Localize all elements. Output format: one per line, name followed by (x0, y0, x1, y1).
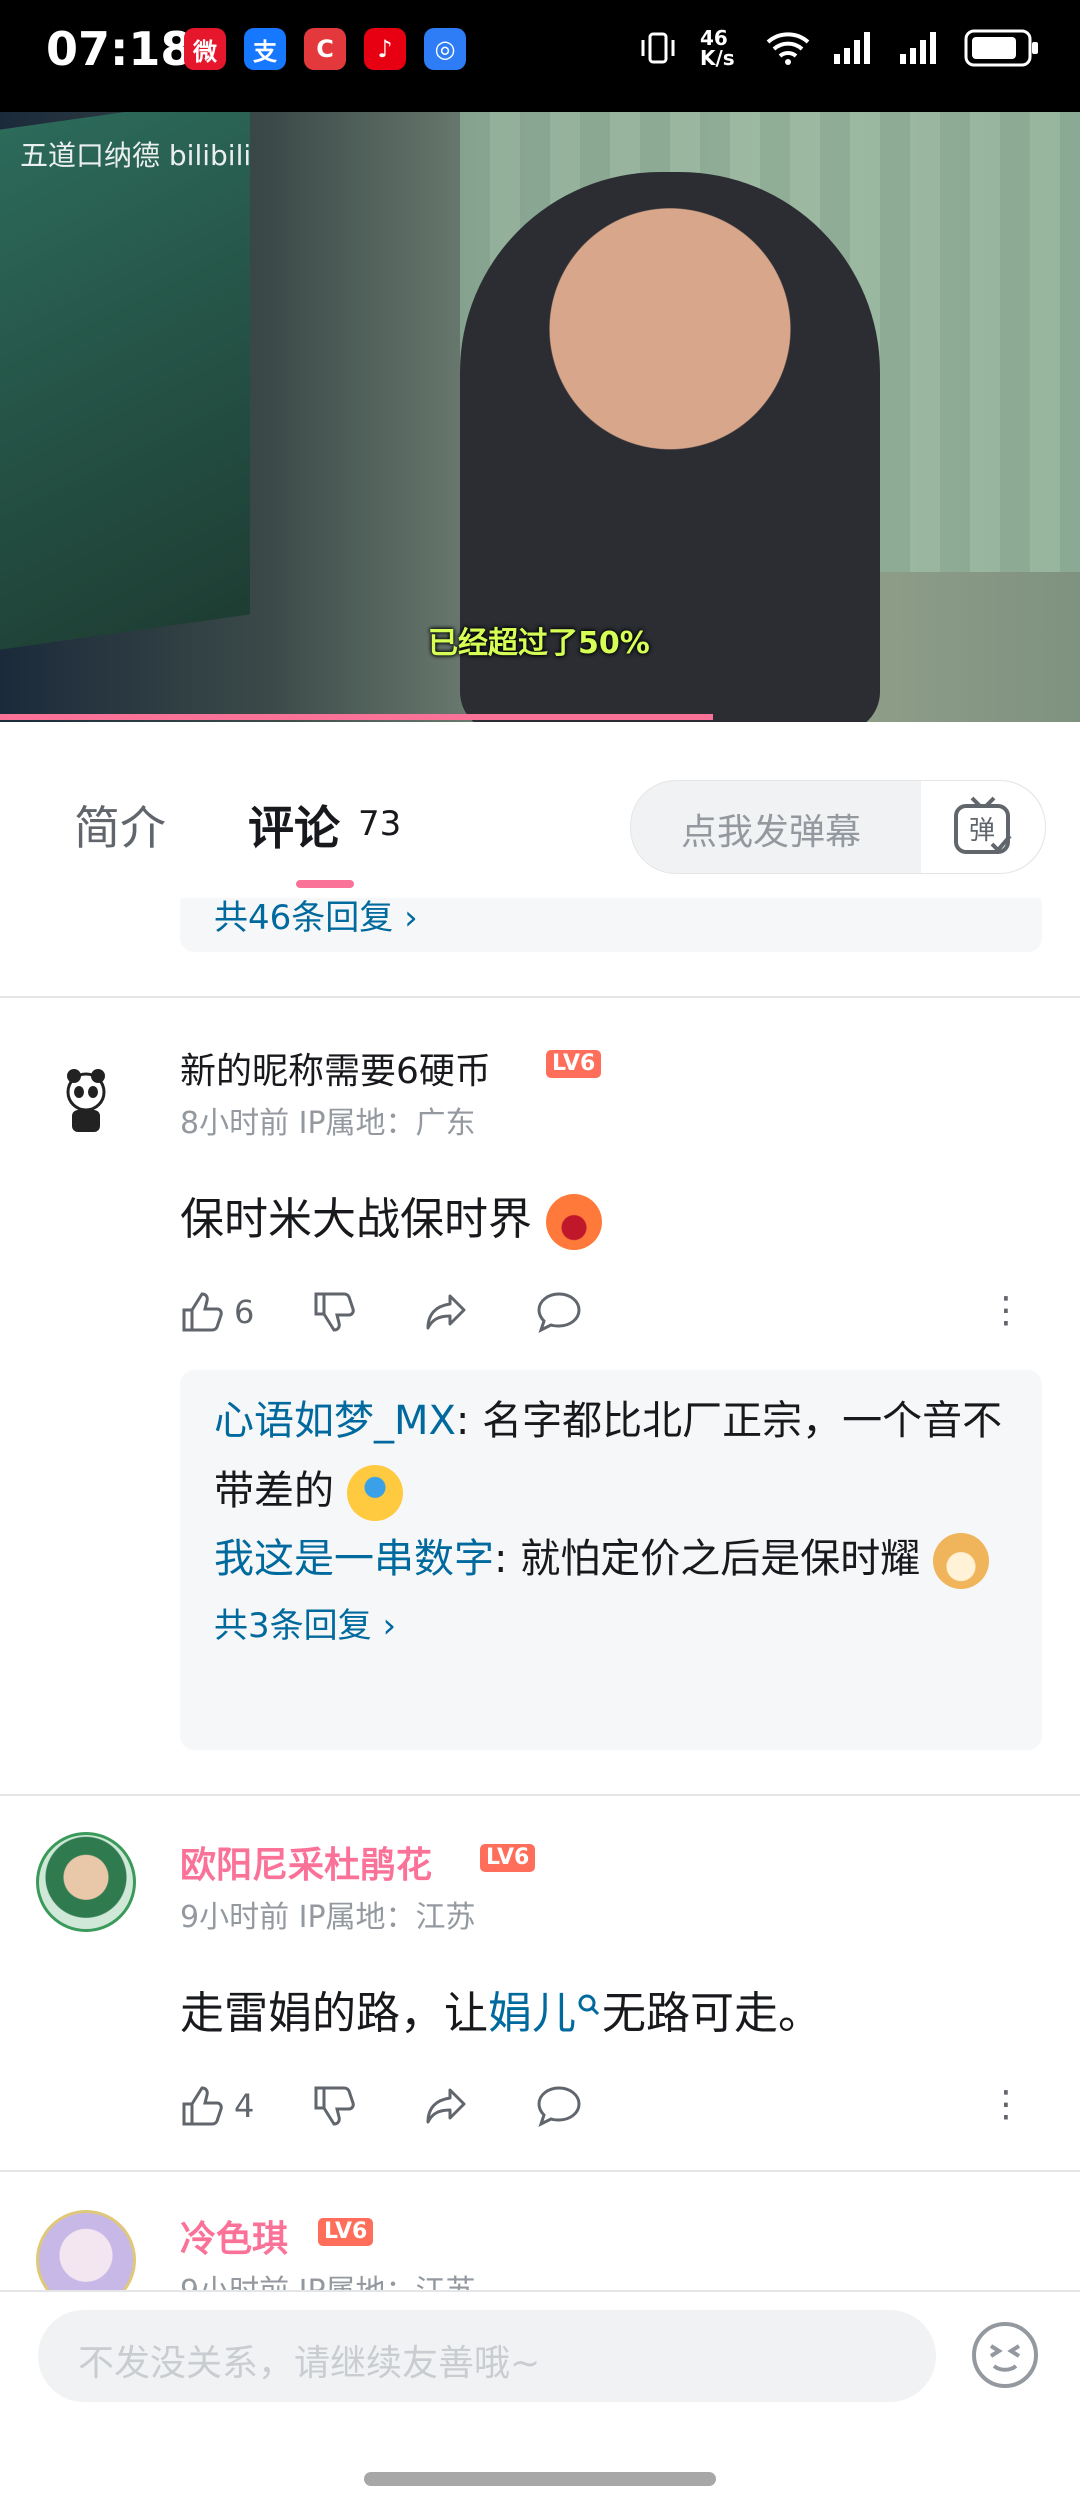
comment-input-placeholder: 不发没关系，请继续友善哦~ (78, 2343, 541, 2384)
level-badge: LV6 (546, 1050, 602, 1078)
comment-actions: 4 (180, 2084, 650, 2128)
comment-username[interactable]: 新的昵称需要6硬币 (180, 1042, 491, 1094)
emoji-button[interactable] (972, 2322, 1038, 2388)
avatar[interactable] (36, 2210, 136, 2290)
tab-active-indicator (296, 880, 354, 888)
doge-emoji-icon (932, 1533, 989, 1589)
danmu-input[interactable]: 点我发弹幕 弹 (630, 780, 1046, 874)
weibo-icon: 微 (184, 28, 226, 70)
reply-text: : 就怕定价之后是保时耀 (494, 1536, 921, 1582)
divider (0, 996, 1080, 998)
reply-button[interactable] (536, 1290, 592, 1334)
comment-username[interactable]: 欧阳尼采杜鹃花 (180, 1836, 432, 1888)
status-time: 07:18 (46, 22, 193, 76)
video-player[interactable]: 五道口纳德 bilibili 已经超过了50% (0, 112, 1080, 722)
like-count: 4 (234, 2087, 255, 2125)
like-button[interactable]: 6 (180, 1290, 254, 1334)
thumbs-up-icon (182, 2086, 223, 2126)
alipay-icon: 支 (244, 28, 286, 70)
reply-author[interactable]: 我这是一串数字 (214, 1536, 494, 1582)
comment-item: 冷色琪 LV6 9小时前 IP属地：江苏 (0, 2210, 1080, 2290)
video-watermark: 五道口纳德 bilibili (20, 139, 252, 172)
share-icon (426, 1294, 466, 1330)
thumbs-down-icon (314, 1292, 356, 1332)
dislike-button[interactable] (312, 1290, 366, 1334)
angry-laugh-emoji-icon (546, 1194, 602, 1250)
c-app-icon: C (304, 28, 346, 70)
share-button[interactable] (424, 2084, 478, 2128)
danmu-icon: 弹 (954, 796, 1012, 854)
svg-text:弹: 弹 (969, 816, 995, 846)
vibrate-icon (641, 32, 675, 64)
danmu-placeholder: 点我发弹幕 (681, 812, 862, 853)
reply-bubble-icon (537, 1292, 581, 1333)
level-badge: LV6 (318, 2218, 374, 2246)
panda-avatar-icon (66, 1069, 106, 1132)
share-icon (426, 2088, 466, 2124)
avatar[interactable] (36, 1052, 136, 1152)
reply-line: 心语如梦_MX: 名字都比北厂正宗，一个音不带差的 (180, 1386, 1042, 1526)
search-icon[interactable] (576, 1992, 602, 2018)
comment-input[interactable]: 不发没关系，请继续友善哦~ (38, 2310, 936, 2402)
tab-comments[interactable]: 评论 (248, 792, 340, 858)
reply-bubble-icon (537, 2086, 581, 2127)
network-speed: 46 K/s (700, 26, 735, 70)
signal-icon (834, 32, 870, 64)
comment-input-bar: 不发没关系，请继续友善哦~ (0, 2290, 1080, 2506)
facepalm-emoji-icon (346, 1465, 403, 1521)
chat-app-icon: ◎ (424, 28, 466, 70)
dislike-button[interactable] (312, 2084, 366, 2128)
home-indicator[interactable] (364, 2472, 716, 2486)
reply-preview-box[interactable]: 心语如梦_MX: 名字都比北厂正宗，一个音不带差的 我这是一串数字: 就怕定价之… (180, 1370, 1042, 1750)
battery-icon (964, 29, 1038, 67)
reply-author[interactable]: 心语如梦_MX (214, 1398, 456, 1444)
wifi-icon (766, 32, 810, 65)
video-subtitle: 已经超过了50% (428, 626, 650, 661)
reply-preview-box: 共46条回复 › (180, 890, 1042, 952)
thumbs-up-icon (182, 1292, 223, 1332)
divider (0, 2170, 1080, 2172)
emoji-face-icon (989, 2344, 1021, 2372)
like-count: 6 (234, 1293, 255, 1331)
level-badge: LV6 (480, 1844, 536, 1872)
system-icons: 46 K/s (638, 28, 1040, 68)
more-replies-link[interactable]: 共3条回复 › (180, 1598, 1042, 1647)
comment-actions: 6 (180, 1290, 650, 1334)
danmu-toggle-button[interactable]: 弹 (921, 781, 1045, 873)
tab-intro[interactable]: 简介 (74, 792, 166, 858)
more-options-icon[interactable]: ⋮ (988, 2084, 1024, 2125)
tab-bar: 简介 评论 73 点我发弹幕 弹 (0, 722, 1080, 898)
comment-meta: 9小时前 IP属地：江苏 (180, 1900, 476, 1935)
status-bar: 07:18 微 支 C ♪ ◎ 46 K/s (0, 0, 1080, 112)
video-progress-bar[interactable] (0, 714, 713, 720)
comment-text-content: 走雷娟的路，让 (180, 1988, 488, 2039)
comment-meta: 8小时前 IP属地：广东 (180, 1106, 476, 1141)
avatar[interactable] (36, 1832, 136, 1932)
comment-text-content: 无路可走。 (602, 1988, 822, 2039)
comment-meta: 9小时前 IP属地：江苏 (180, 2266, 476, 2290)
share-button[interactable] (424, 1290, 478, 1334)
thumbs-down-icon (314, 2086, 356, 2126)
notification-icons: 微 支 C ♪ ◎ (184, 28, 466, 70)
search-link[interactable]: 娟儿 (488, 1988, 576, 2039)
red-app-icon: ♪ (364, 28, 406, 70)
comment-text-content: 保时米大战保时界 (180, 1194, 532, 1245)
comments-count: 73 (358, 804, 402, 844)
comment-text: 保时米大战保时界 (180, 1190, 602, 1250)
reply-line: 我这是一串数字: 就怕定价之后是保时耀 (180, 1524, 1042, 1594)
more-options-icon[interactable]: ⋮ (988, 1290, 1024, 1331)
divider (0, 1794, 1080, 1796)
comment-text: 走雷娟的路，让娟儿 无路可走。 (180, 1984, 822, 2044)
reply-button[interactable] (536, 2084, 592, 2128)
comment-username[interactable]: 冷色琪 (180, 2210, 288, 2262)
signal-icon-2 (900, 32, 936, 64)
like-button[interactable]: 4 (180, 2084, 254, 2128)
video-monitor-screen (0, 112, 250, 650)
